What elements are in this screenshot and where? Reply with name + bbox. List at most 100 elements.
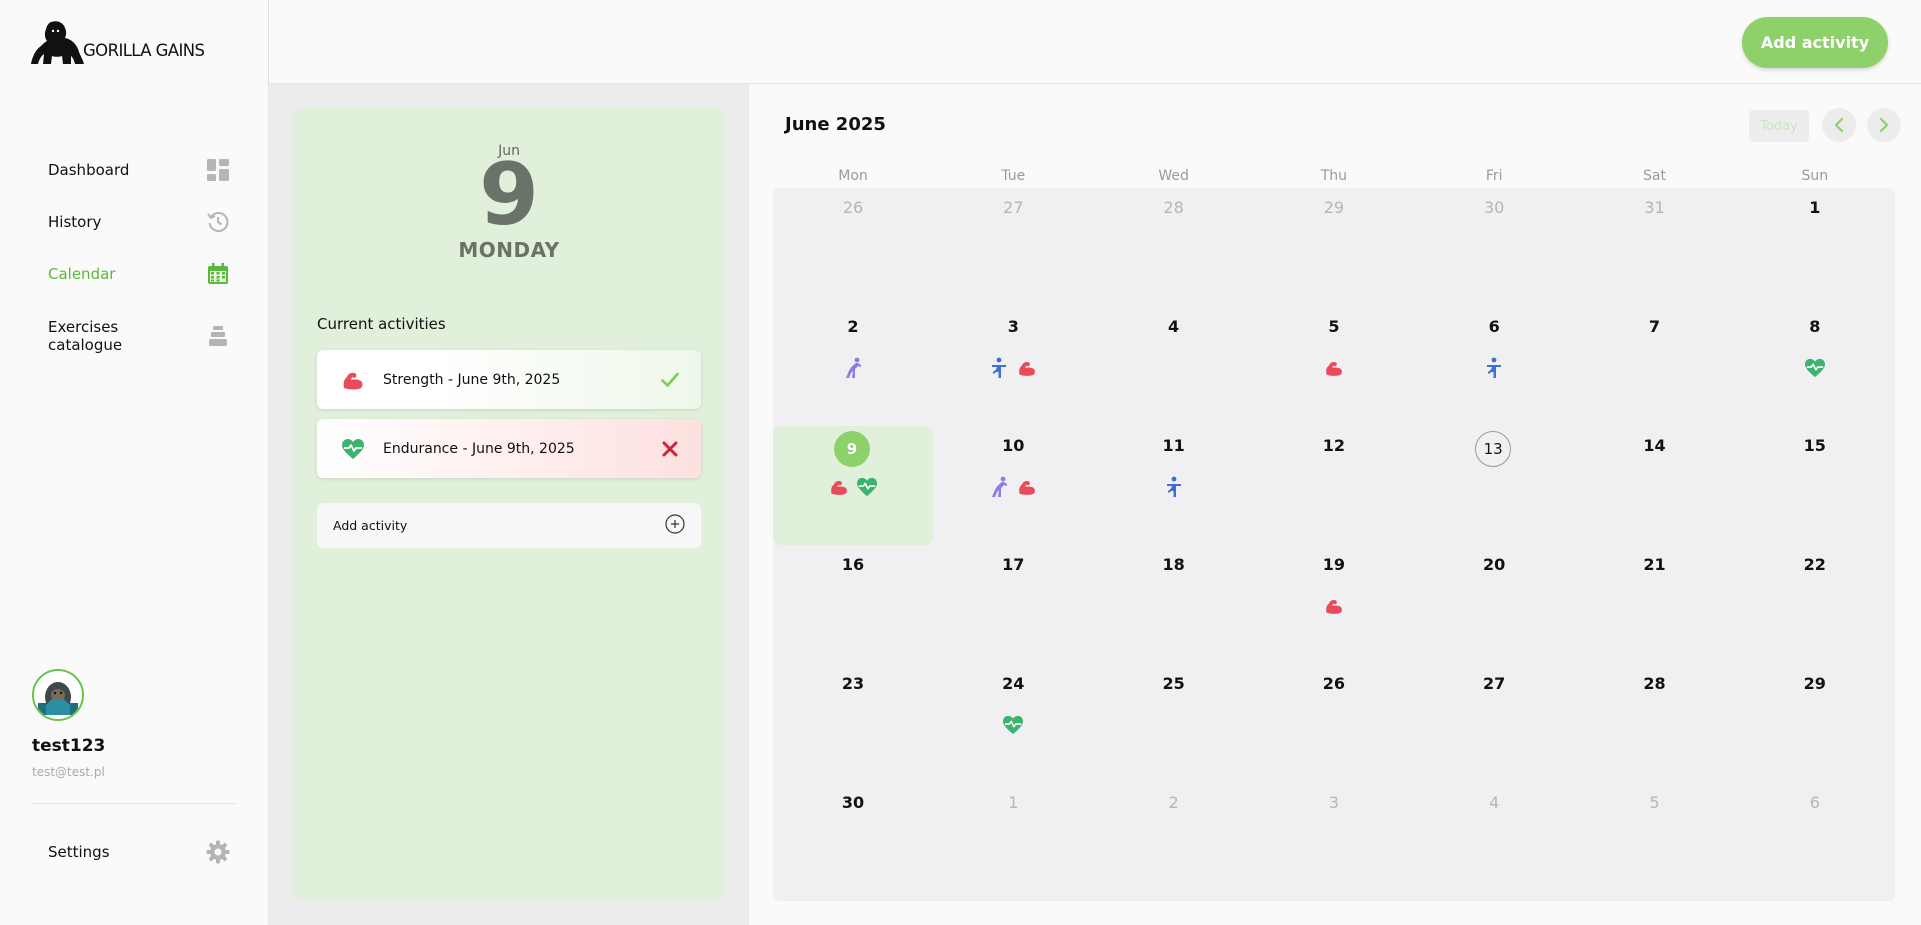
day-number: 30	[841, 793, 865, 812]
calendar-day[interactable]: 15	[1735, 426, 1895, 545]
sidebar-item-settings[interactable]: Settings	[30, 832, 230, 872]
day-number: 11	[1162, 436, 1185, 455]
weekday-label: Sat	[1643, 168, 1666, 184]
sidebar-item-label: Exercises catalogue	[48, 318, 122, 354]
history-icon	[206, 210, 230, 234]
activity-card-endurance[interactable]: Endurance - June 9th, 2025	[317, 419, 701, 478]
calendar-day[interactable]: 30	[1414, 188, 1574, 307]
close-icon[interactable]	[659, 438, 681, 460]
calendar-day[interactable]: 8	[1735, 307, 1895, 426]
calendar-day[interactable]: 28	[1575, 664, 1735, 783]
calendar-day[interactable]: 31	[1575, 188, 1735, 307]
balance-figure-icon	[1483, 357, 1505, 379]
sidebar-item-calendar[interactable]: Calendar	[30, 254, 230, 294]
calendar-day[interactable]: 19	[1254, 545, 1414, 664]
username: test123	[32, 736, 106, 756]
flexed-biceps-icon	[1323, 595, 1345, 617]
day-number: 14	[1643, 436, 1666, 455]
brand-name: GORILLA GAINS	[83, 41, 205, 60]
calendar-day[interactable]: 2	[1094, 783, 1254, 902]
dashboard-icon	[206, 158, 230, 182]
calendar-day[interactable]: 4	[1414, 783, 1574, 902]
stretching-figure-icon	[988, 476, 1010, 498]
brand-logo[interactable]: GORILLA GAINS	[31, 20, 205, 64]
next-month-button[interactable]	[1867, 108, 1901, 142]
add-activity-row[interactable]: Add activity	[317, 503, 701, 548]
day-weekday: MONDAY	[458, 238, 560, 262]
calendar-day[interactable]: 3	[1254, 783, 1414, 902]
day-number: 15	[1803, 436, 1826, 455]
calendar-day[interactable]: 27	[933, 188, 1093, 307]
calendar-day[interactable]: 27	[1414, 664, 1574, 783]
calendar-day[interactable]: 5	[1575, 783, 1735, 902]
flexed-biceps-icon	[828, 476, 850, 498]
day-number: 13	[1475, 431, 1512, 467]
calendar-day[interactable]: 10	[933, 426, 1093, 545]
day-number: 21	[1643, 555, 1666, 574]
calendar-day[interactable]: 6	[1735, 783, 1895, 902]
calendar-day-selected[interactable]: 9	[773, 426, 933, 545]
calendar-panel: June 2025 Today Mon Tue Wed Thu Fri Sat Sun 26…	[749, 84, 1921, 925]
plus-circle-icon[interactable]	[665, 513, 685, 538]
sidebar-item-exercises-catalogue[interactable]: Exercises catalogue	[30, 314, 230, 358]
sidebar-item-history[interactable]: History	[30, 202, 230, 242]
calendar-day[interactable]: 1	[933, 783, 1093, 902]
day-number: 26	[842, 198, 864, 217]
activity-card-strength[interactable]: Strength - June 9th, 2025	[317, 350, 701, 409]
current-activities-title: Current activities	[317, 315, 446, 333]
calendar-day[interactable]: 17	[933, 545, 1093, 664]
day-number: 17	[1002, 555, 1025, 574]
calendar-day[interactable]: 25	[1094, 664, 1254, 783]
calendar-day[interactable]: 21	[1575, 545, 1735, 664]
calendar-day[interactable]: 5	[1254, 307, 1414, 426]
sidebar-item-dashboard[interactable]: Dashboard	[30, 150, 230, 190]
calendar-day[interactable]: 24	[933, 664, 1093, 783]
calendar-day[interactable]: 29	[1254, 188, 1414, 307]
calendar-day[interactable]: 22	[1735, 545, 1895, 664]
calendar-day[interactable]: 29	[1735, 664, 1895, 783]
calendar-day[interactable]: 12	[1254, 426, 1414, 545]
calendar-day[interactable]: 30	[773, 783, 933, 902]
calendar-day[interactable]: 18	[1094, 545, 1254, 664]
chevron-right-icon	[1879, 118, 1889, 132]
calendar-day[interactable]: 11	[1094, 426, 1254, 545]
heart-pulse-icon	[856, 476, 878, 498]
calendar-day[interactable]: 4	[1094, 307, 1254, 426]
checkmark-icon[interactable]	[659, 369, 681, 391]
gorilla-logo-icon	[31, 21, 84, 64]
calendar-day[interactable]: 7	[1575, 307, 1735, 426]
day-number: 19	[1322, 555, 1346, 574]
day-number: 29	[1323, 198, 1345, 217]
calendar-day[interactable]: 16	[773, 545, 933, 664]
add-activity-label: Add activity	[333, 518, 408, 533]
day-activities	[1254, 595, 1414, 617]
day-number: 4	[1489, 793, 1500, 812]
calendar-day[interactable]: 28	[1094, 188, 1254, 307]
day-number: 18	[1162, 555, 1185, 574]
calendar-day[interactable]: 1	[1735, 188, 1895, 307]
day-number: 24	[1002, 674, 1025, 693]
day-number: 28	[1643, 674, 1666, 693]
calendar-day[interactable]: 20	[1414, 545, 1574, 664]
calendar-day-today[interactable]: 13	[1414, 426, 1574, 545]
day-number: 27	[1003, 198, 1024, 217]
sidebar-divider	[32, 803, 236, 804]
day-detail-panel: Jun 9 MONDAY Current activities Strength…	[293, 108, 725, 901]
calendar-day[interactable]: 14	[1575, 426, 1735, 545]
calendar-day[interactable]: 2	[773, 307, 933, 426]
avatar[interactable]	[32, 669, 84, 721]
day-number: 31	[1644, 198, 1665, 217]
previous-month-button[interactable]	[1822, 108, 1856, 142]
activity-label: Endurance - June 9th, 2025	[383, 440, 575, 457]
weekday-label: Fri	[1485, 168, 1503, 184]
calendar-day[interactable]: 3	[933, 307, 1093, 426]
calendar-day[interactable]: 26	[773, 188, 933, 307]
calendar-day[interactable]: 6	[1414, 307, 1574, 426]
calendar-day[interactable]: 26	[1254, 664, 1414, 783]
calendar-day[interactable]: 23	[773, 664, 933, 783]
add-activity-button[interactable]: Add activity	[1742, 17, 1888, 68]
day-activities	[1735, 357, 1895, 379]
chevron-left-icon	[1834, 118, 1844, 132]
today-button[interactable]: Today	[1749, 110, 1809, 142]
heart-pulse-icon	[1804, 357, 1826, 379]
